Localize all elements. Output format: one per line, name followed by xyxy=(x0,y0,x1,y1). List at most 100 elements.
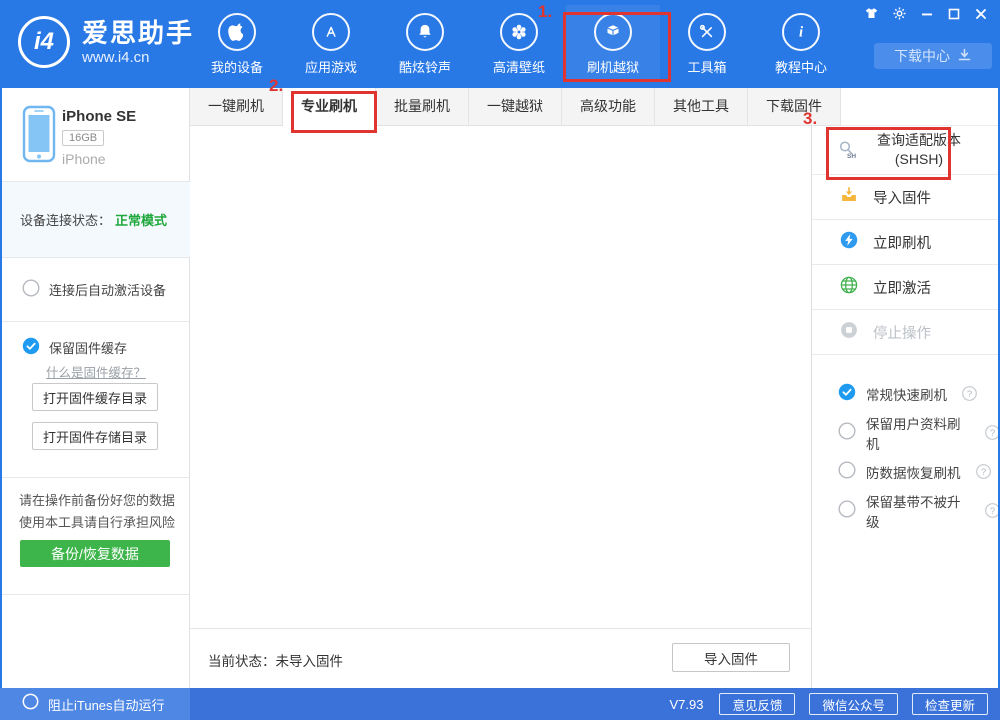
connection-status-section: 设备连接状态： 正常模式 xyxy=(0,182,190,258)
tab-pro-flash[interactable]: 专业刷机 xyxy=(283,88,376,126)
window-controls xyxy=(864,6,988,21)
device-family: iPhone xyxy=(62,151,106,167)
window-edge-left xyxy=(0,88,2,688)
svg-text:?: ? xyxy=(980,467,985,478)
action-label: 立即激活 xyxy=(873,280,931,297)
connection-status-label: 设备连接状态： xyxy=(20,213,112,228)
tab-download-firmware[interactable]: 下载固件 xyxy=(748,88,841,126)
action-label-2line: 查询适配版本 (SHSH) xyxy=(864,131,974,169)
help-question-icon[interactable]: ? xyxy=(962,386,977,401)
bell-icon xyxy=(406,13,444,51)
minimize-icon[interactable] xyxy=(920,7,934,21)
appstore-icon xyxy=(312,13,350,51)
iphone-device-icon xyxy=(22,105,56,168)
nav-item-flash-jailbreak[interactable]: 刷机越狱 xyxy=(566,5,660,80)
open-storage-dir-button[interactable]: 打开固件存储目录 xyxy=(32,422,158,450)
nav-label: 刷机越狱 xyxy=(586,60,639,75)
tab-other-tools[interactable]: 其他工具 xyxy=(655,88,748,126)
main-nav: 我的设备 应用游戏 酷炫铃声 高清壁纸 刷机越狱 工具箱 i 教程中心 xyxy=(190,5,848,80)
what-is-cache-link[interactable]: 什么是固件缓存？ xyxy=(46,362,146,381)
nav-item-apps-games[interactable]: 应用游戏 xyxy=(284,5,378,80)
action-stop-operation: 停止操作 xyxy=(812,310,1000,355)
download-center-button[interactable]: 下载中心 xyxy=(874,43,992,69)
auto-activate-label: 连接后自动激活设备 xyxy=(49,283,167,298)
nav-label: 我的设备 xyxy=(210,60,263,75)
nav-item-my-device[interactable]: 我的设备 xyxy=(190,5,284,80)
block-itunes-option[interactable]: 阻止iTunes自动运行 xyxy=(0,688,190,720)
mode-normal-fast-flash[interactable]: 常规快速刷机 ? xyxy=(812,374,1000,413)
nav-label: 高清壁纸 xyxy=(492,60,545,75)
tab-one-key-flash[interactable]: 一键刷机 xyxy=(190,88,283,126)
backup-restore-button[interactable]: 备份/恢复数据 xyxy=(20,540,170,567)
flower-icon xyxy=(500,13,538,51)
warning-line: 使用本工具请自行承担风险 xyxy=(19,515,176,530)
mode-label: 常规快速刷机 xyxy=(866,387,947,403)
mode-keep-baseband[interactable]: 保留基带不被升级 ? xyxy=(812,491,1000,530)
logo-i4-icon: i4 xyxy=(18,16,70,68)
nav-item-ringtones[interactable]: 酷炫铃声 xyxy=(378,5,472,80)
tab-advanced[interactable]: 高级功能 xyxy=(562,88,655,126)
action-flash-now[interactable]: 立即刷机 xyxy=(812,220,1000,265)
open-cache-dir-button[interactable]: 打开固件缓存目录 xyxy=(32,383,158,411)
action-import-firmware[interactable]: 导入固件 xyxy=(812,175,1000,220)
help-question-icon[interactable]: ? xyxy=(975,464,991,479)
checkbox-checked-icon xyxy=(22,337,40,358)
warning-line: 请在操作前备份好您的数据 xyxy=(19,493,176,508)
feedback-button[interactable]: 意见反馈 xyxy=(719,693,796,715)
action-activate-now[interactable]: 立即激活 xyxy=(812,265,1000,310)
radio-unchecked-icon xyxy=(838,500,856,521)
action-label: 查询适配版本 xyxy=(877,132,961,148)
flash-tabbar: 一键刷机 专业刷机 批量刷机 一键越狱 高级功能 其他工具 下载固件 xyxy=(190,88,1000,126)
radio-unchecked-icon xyxy=(838,461,856,482)
theme-skin-icon[interactable] xyxy=(864,6,879,21)
app-logo: i4 爱思助手 www.i4.cn xyxy=(18,16,194,68)
block-itunes-label: 阻止iTunes自动运行 xyxy=(48,697,165,713)
info-icon: i xyxy=(782,13,820,51)
footer-actions: V7.93 意见反馈 微信公众号 检查更新 xyxy=(669,688,988,720)
version-label: V7.93 xyxy=(669,696,704,712)
keep-cache-label: 保留固件缓存 xyxy=(49,341,128,356)
device-info-section: iPhone SE 16GB iPhone xyxy=(0,88,190,182)
radio-unchecked-icon xyxy=(838,422,856,443)
svg-text:i: i xyxy=(799,25,803,41)
svg-text:SH: SH xyxy=(847,153,856,160)
app-window: i4 爱思助手 www.i4.cn 我的设备 应用游戏 酷炫铃声 高清壁纸 刷机… xyxy=(0,0,1000,720)
import-firmware-button[interactable]: 导入固件 xyxy=(672,643,790,672)
action-label: 立即刷机 xyxy=(873,235,931,252)
mode-label: 保留用户资料刷机 xyxy=(866,416,961,452)
settings-gear-icon[interactable] xyxy=(892,6,907,21)
tab-batch-flash[interactable]: 批量刷机 xyxy=(376,88,469,126)
header: i4 爱思助手 www.i4.cn 我的设备 应用游戏 酷炫铃声 高清壁纸 刷机… xyxy=(0,0,1000,88)
nav-item-toolbox[interactable]: 工具箱 xyxy=(660,5,754,80)
maximize-icon[interactable] xyxy=(947,7,961,21)
shsh-search-icon: SH xyxy=(835,138,859,167)
tab-one-key-jailbreak[interactable]: 一键越狱 xyxy=(469,88,562,126)
download-center-label: 下载中心 xyxy=(894,48,950,64)
mode-label: 保留基带不被升级 xyxy=(866,494,961,530)
svg-text:?: ? xyxy=(990,506,995,517)
keep-cache-checkbox[interactable]: 保留固件缓存 xyxy=(22,337,127,358)
auto-activate-option[interactable]: 连接后自动激活设备 xyxy=(0,258,190,322)
stop-icon xyxy=(838,319,860,345)
action-query-shsh[interactable]: SH 查询适配版本 (SHSH) xyxy=(812,126,1000,175)
backup-warning-section: 请在操作前备份好您的数据 使用本工具请自行承担风险 备份/恢复数据 xyxy=(0,478,190,595)
wechat-account-button[interactable]: 微信公众号 xyxy=(809,693,898,715)
mode-keep-user-data[interactable]: 保留用户资料刷机 ? xyxy=(812,413,1000,452)
action-label: 导入固件 xyxy=(873,190,931,207)
current-status-label: 当前状态：未导入固件 xyxy=(208,654,343,669)
import-firmware-icon xyxy=(838,184,860,210)
check-update-button[interactable]: 检查更新 xyxy=(911,693,988,715)
nav-label: 应用游戏 xyxy=(304,60,357,75)
firmware-status-row: 当前状态：未导入固件 导入固件 xyxy=(190,628,811,688)
mode-anti-data-recovery[interactable]: 防数据恢复刷机 ? xyxy=(812,452,1000,491)
close-icon[interactable] xyxy=(974,7,988,21)
app-title: 爱思助手 xyxy=(82,17,195,48)
nav-item-wallpapers[interactable]: 高清壁纸 xyxy=(472,5,566,80)
download-icon xyxy=(957,48,972,65)
device-capacity-badge: 16GB xyxy=(62,130,105,146)
svg-text:?: ? xyxy=(990,428,995,439)
nav-label: 酷炫铃声 xyxy=(398,60,451,75)
actions-sidebar: SH 查询适配版本 (SHSH) 导入固件 立即刷机 立即激活 停止操作 常规快… xyxy=(812,126,1000,688)
device-name: iPhone SE xyxy=(62,108,137,125)
nav-item-tutorials[interactable]: i 教程中心 xyxy=(754,5,848,80)
